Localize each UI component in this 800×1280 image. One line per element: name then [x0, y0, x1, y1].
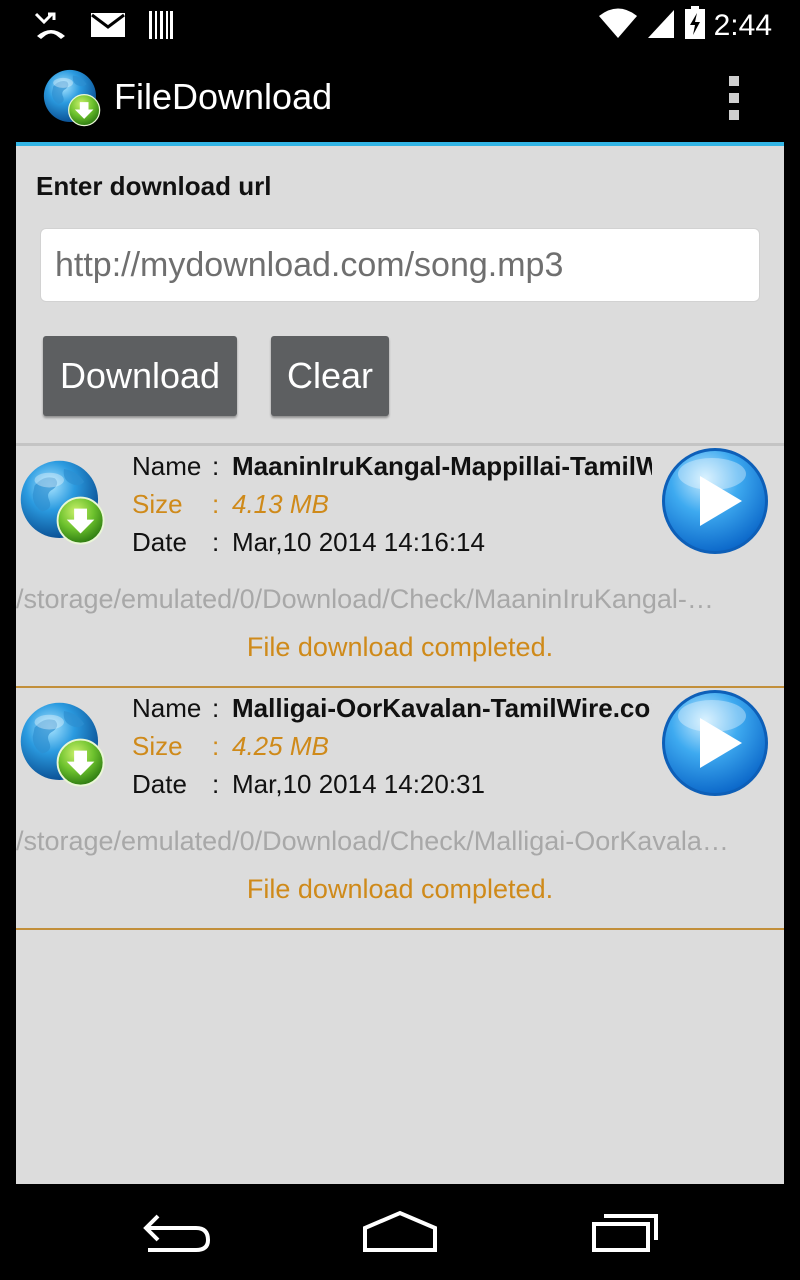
file-path: /storage/emulated/0/Download/Check/Malli… — [16, 826, 729, 856]
status-bar: 2:44 — [0, 0, 800, 50]
cell-signal-icon — [646, 7, 676, 44]
item-divider — [16, 928, 784, 930]
play-icon[interactable] — [660, 446, 770, 556]
navigation-bar — [0, 1184, 800, 1280]
file-name-row: Name: Malligai-OorKavalan-TamilWire.com — [132, 693, 652, 724]
barcode-icon — [148, 10, 174, 45]
recent-apps-icon[interactable] — [590, 1210, 662, 1259]
file-size-row: Size:4.25 MB — [132, 731, 329, 761]
date-label: Date — [132, 769, 187, 799]
name-label: Name — [132, 693, 202, 723]
file-name: Malligai-OorKavalan-TamilWire.com — [232, 693, 652, 723]
size-label: Size — [132, 489, 183, 519]
download-button[interactable]: Download — [43, 336, 237, 416]
back-icon[interactable] — [140, 1210, 212, 1259]
date-label: Date — [132, 527, 187, 557]
file-size-row: Size:4.13 MB — [132, 489, 329, 519]
download-status: File download completed. — [246, 632, 554, 662]
wifi-icon — [598, 7, 638, 44]
file-path: /storage/emulated/0/Download/Check/Maani… — [16, 584, 714, 614]
file-name: MaaninIruKangal-Mappillai-TamilWire.com — [232, 451, 652, 481]
size-label: Size — [132, 731, 183, 761]
status-bar-right: 2:44 — [598, 6, 772, 45]
globe-download-icon — [18, 700, 110, 792]
status-bar-left — [34, 10, 174, 45]
clear-button[interactable]: Clear — [271, 336, 389, 416]
overflow-menu-icon[interactable] — [724, 76, 744, 120]
download-list-item[interactable]: Name: Malligai-OorKavalan-TamilWire.com S… — [16, 688, 784, 930]
play-icon[interactable] — [660, 688, 770, 798]
file-size: 4.13 MB — [232, 489, 329, 519]
missed-call-icon — [34, 10, 68, 45]
file-size: 4.25 MB — [232, 731, 329, 761]
file-name-row: Name:MaaninIruKangal-Mappillai-TamilWire… — [132, 451, 652, 482]
action-bar: FileDownload — [16, 50, 784, 146]
app-title: FileDownload — [114, 76, 333, 117]
app-window: FileDownload Enter download url Download… — [16, 50, 784, 1184]
mail-icon — [90, 12, 126, 43]
home-icon[interactable] — [362, 1210, 438, 1259]
file-date-row: Date: Mar,10 2014 14:20:31 — [132, 769, 485, 799]
file-date: Mar,10 2014 14:20:31 — [232, 769, 485, 799]
globe-download-icon — [42, 68, 104, 130]
download-status: File download completed. — [246, 874, 554, 904]
file-date: Mar,10 2014 14:16:14 — [232, 527, 485, 557]
name-label: Name — [132, 451, 202, 481]
url-label: Enter download url — [36, 171, 272, 201]
url-input[interactable] — [40, 228, 760, 302]
globe-download-icon — [18, 458, 110, 550]
file-date-row: Date: Mar,10 2014 14:16:14 — [132, 527, 485, 557]
battery-charging-icon — [684, 6, 706, 45]
download-list-item[interactable]: Name:MaaninIruKangal-Mappillai-TamilWire… — [16, 446, 784, 688]
status-time: 2:44 — [713, 8, 772, 42]
